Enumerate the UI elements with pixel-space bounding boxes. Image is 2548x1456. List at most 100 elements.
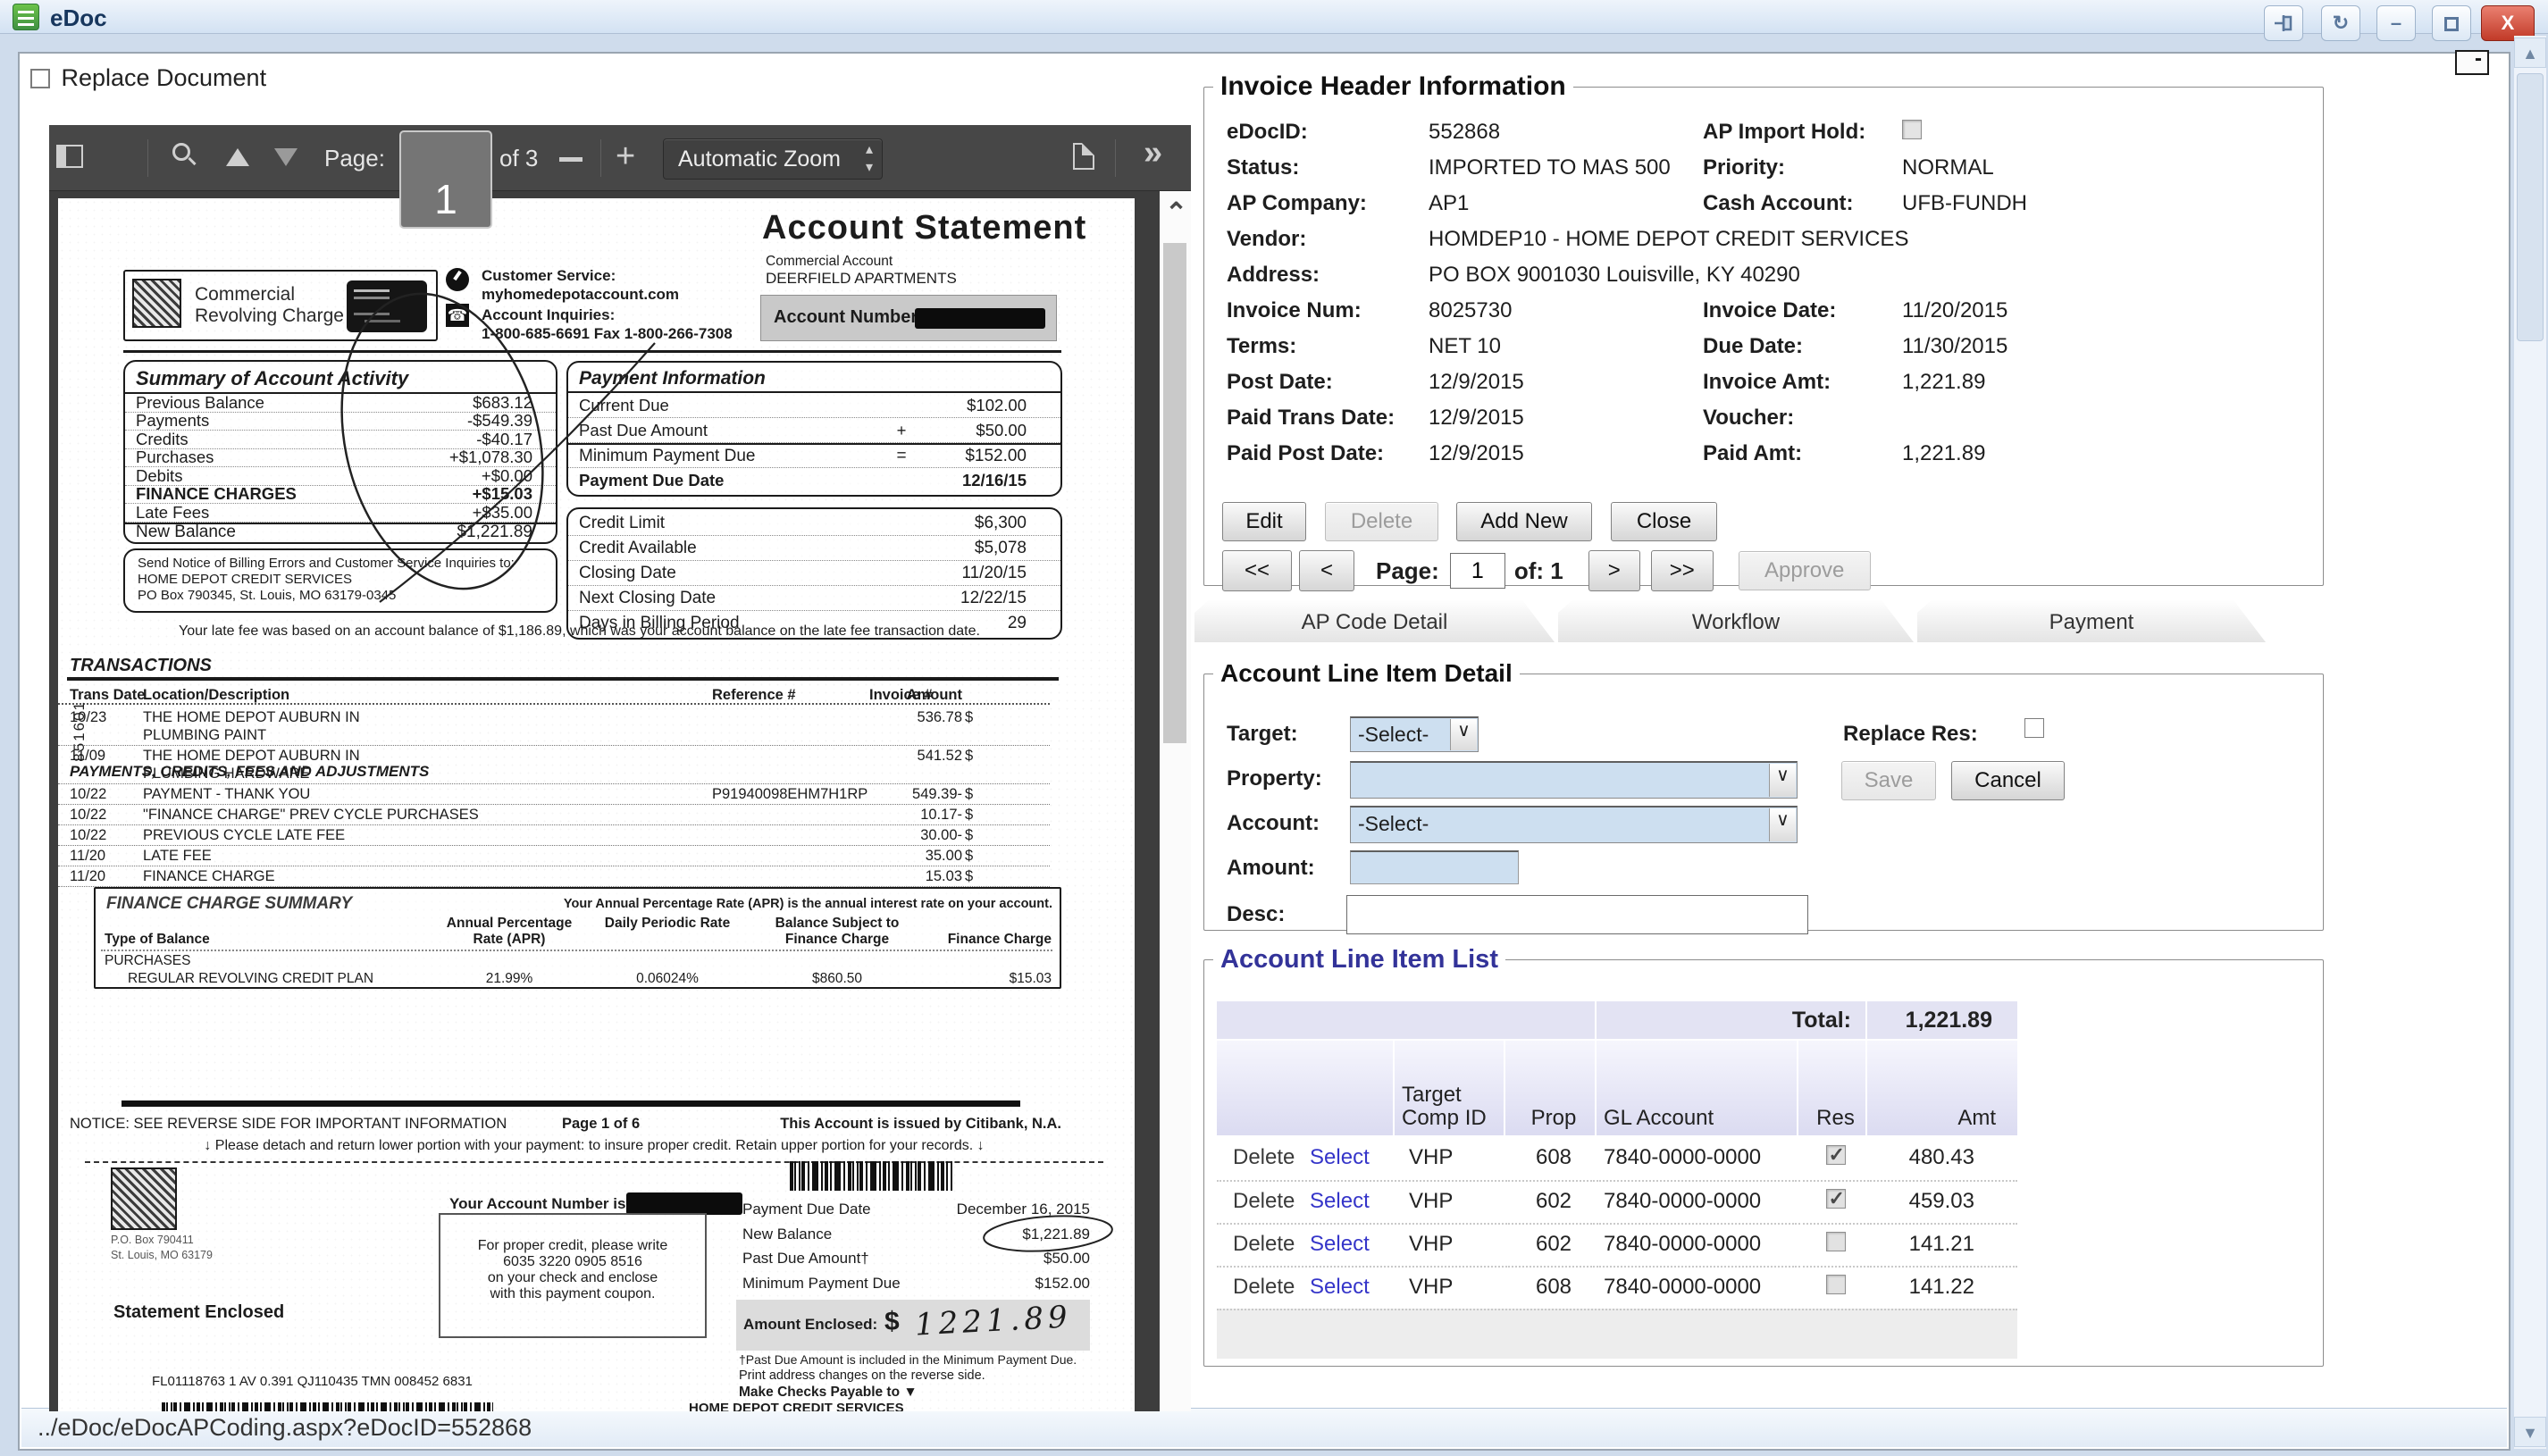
res-checkbox[interactable]	[1826, 1275, 1846, 1294]
target-select[interactable]: -Select- ∨	[1350, 716, 1479, 752]
cell-gl: 7840-0000-0000	[1597, 1223, 1797, 1264]
chevron-down-icon: ∨	[1450, 719, 1477, 750]
select-arrows-icon: ▴▾	[866, 141, 873, 177]
cell-gl: 7840-0000-0000	[1597, 1137, 1797, 1178]
late-fee-note: Your late fee was based on an account ba…	[179, 623, 980, 640]
zoom-in-icon[interactable]: +	[616, 138, 635, 176]
delete-button[interactable]: Delete	[1325, 502, 1438, 541]
line-item-row: Delete Select VHP 608 7840-0000-0000 141…	[1217, 1266, 2017, 1307]
tab-payment[interactable]: Payment	[1917, 600, 2266, 642]
transactions-header: Trans Date Location/Description Referenc…	[58, 685, 1135, 705]
res-checkbox[interactable]	[1826, 1189, 1846, 1209]
page-up-icon[interactable]	[226, 148, 249, 166]
coupon-account-number-label: Your Account Number is	[449, 1195, 625, 1213]
desc-input[interactable]	[1346, 895, 1808, 934]
select-link[interactable]: Select	[1310, 1145, 1370, 1169]
select-link[interactable]: Select	[1310, 1275, 1370, 1299]
coupon-address: P.O. Box 790411St. Louis, MO 63179	[111, 1233, 213, 1263]
replace-document-label: Replace Document	[61, 64, 266, 91]
toolbar-overflow-icon[interactable]: »	[1144, 134, 1162, 172]
transactions-section2: PAYMENTS, CREDITS, FEES AND ADJUSTMENTS	[70, 763, 1050, 784]
prev-page-button[interactable]: <	[1299, 550, 1354, 591]
transaction-row: 10/22 PREVIOUS CYCLE LATE FEE $ 30.00-	[58, 825, 1050, 846]
pin-icon[interactable]	[2264, 5, 2303, 41]
total-value: 1,221.89	[1867, 1001, 2017, 1039]
delete-link[interactable]: Delete	[1233, 1145, 1295, 1169]
pager-page-label: Page:	[1376, 557, 1439, 585]
field-label: AP Import Hold:	[1703, 120, 1902, 145]
close-record-button[interactable]: Close	[1611, 502, 1717, 541]
zoom-select-value: Automatic Zoom	[678, 146, 841, 172]
cell-amt: 141.22	[1867, 1266, 2017, 1307]
zoom-out-icon[interactable]	[559, 157, 583, 162]
col-res: Res	[1798, 1041, 1865, 1135]
cell-prop: 608	[1505, 1137, 1595, 1178]
barcode	[790, 1161, 952, 1191]
total-row: Total: 1,221.89	[1217, 1001, 2017, 1039]
cell-amt: 141.21	[1867, 1223, 2017, 1264]
zoom-level-select[interactable]: Automatic Zoom ▴▾	[663, 138, 883, 180]
transactions-payments: 10/22 PAYMENT - THANK YOU P91940098EHM7H…	[58, 784, 1135, 887]
transaction-row: 10/22 PAYMENT - THANK YOU P91940098EHM7H…	[58, 784, 1050, 805]
minimize-button[interactable]: –	[2376, 5, 2416, 41]
line-item-row: Delete Select VHP 602 7840-0000-0000 459…	[1217, 1180, 2017, 1221]
cell-comp: VHP	[1395, 1266, 1504, 1307]
edoc-app-icon	[13, 4, 39, 30]
next-page-button[interactable]: >	[1588, 550, 1640, 591]
invoice-header-fieldset: Invoice Header Information eDocID: 55286…	[1203, 71, 2324, 586]
pdf-scrollbar-thumb[interactable]	[1163, 243, 1186, 743]
scroll-down-icon[interactable]: ▼	[2514, 1417, 2546, 1447]
tab-workflow[interactable]: Workflow	[1558, 600, 1914, 642]
print-icon[interactable]	[1073, 143, 1094, 170]
res-checkbox[interactable]	[1826, 1232, 1846, 1251]
account-select[interactable]: -Select- ∨	[1350, 806, 1798, 843]
pager-page-input[interactable]: 1	[1450, 553, 1505, 589]
page-number-input[interactable]: 1	[399, 130, 492, 229]
replace-document-checkbox[interactable]	[30, 69, 50, 88]
edit-button[interactable]: Edit	[1222, 502, 1306, 541]
cancel-button[interactable]: Cancel	[1951, 761, 2065, 800]
res-checkbox[interactable]	[1826, 1145, 1846, 1165]
page-count-label: of 3	[499, 145, 538, 172]
pdf-toolbar: Page: 1 of 3 + Automatic Zoom ▴▾ »	[49, 125, 1191, 191]
last-page-button[interactable]: >>	[1651, 550, 1714, 591]
sidebar-toggle-icon[interactable]	[56, 145, 83, 168]
amount-input[interactable]	[1350, 850, 1519, 884]
pdf-scrollbar[interactable]: ⌃	[1160, 191, 1191, 1411]
statement-enclosed: Statement Enclosed	[113, 1302, 284, 1323]
first-page-button[interactable]: <<	[1222, 550, 1292, 591]
replace-res-checkbox[interactable]	[2024, 718, 2044, 738]
page-down-icon[interactable]	[274, 148, 298, 166]
margin-code: 851601	[71, 700, 90, 762]
delete-link[interactable]: Delete	[1233, 1275, 1295, 1299]
field-label: eDocID:	[1227, 120, 1429, 145]
collapse-panel-button[interactable]: -	[2455, 50, 2489, 75]
delete-link[interactable]: Delete	[1233, 1232, 1295, 1256]
refresh-icon[interactable]: ↻	[2321, 5, 2360, 41]
scrollbar-thumb[interactable]	[2517, 73, 2544, 341]
statusbar: ../eDoc/eDocAPCoding.aspx?eDocID=552868	[21, 1408, 2507, 1447]
table-footer-row	[1217, 1309, 2017, 1359]
titlebar: eDoc ↻ – X	[0, 0, 2548, 34]
delete-link[interactable]: Delete	[1233, 1189, 1295, 1213]
maximize-button[interactable]	[2432, 5, 2471, 41]
scroll-up-icon[interactable]: ▲	[2514, 38, 2546, 68]
action-buttons: Edit Delete Add New Close	[1222, 502, 1717, 541]
search-icon[interactable]	[172, 143, 190, 161]
tab-ap-code-detail[interactable]: AP Code Detail	[1194, 600, 1555, 642]
transactions-title: TRANSACTIONS	[70, 656, 212, 676]
cell-gl: 7840-0000-0000	[1597, 1266, 1797, 1307]
property-select[interactable]: ∨	[1350, 761, 1798, 799]
ap-import-hold-checkbox[interactable]	[1902, 120, 1922, 139]
detach-line: ↓ Please detach and return lower portion…	[85, 1138, 1103, 1163]
invoice-header-legend: Invoice Header Information	[1213, 71, 1573, 102]
window-scrollbar[interactable]: ▲ ▼	[2514, 36, 2546, 1449]
cell-gl: 7840-0000-0000	[1597, 1180, 1797, 1221]
select-link[interactable]: Select	[1310, 1232, 1370, 1256]
select-link[interactable]: Select	[1310, 1189, 1370, 1213]
approve-button[interactable]: Approve	[1739, 551, 1871, 590]
pdf-scroll-up-icon[interactable]: ⌃	[1165, 204, 1185, 223]
coupon-payee: HOME DEPOT CREDIT SERVICES	[689, 1401, 904, 1411]
save-button[interactable]: Save	[1841, 761, 1936, 800]
add-new-button[interactable]: Add New	[1456, 502, 1592, 541]
